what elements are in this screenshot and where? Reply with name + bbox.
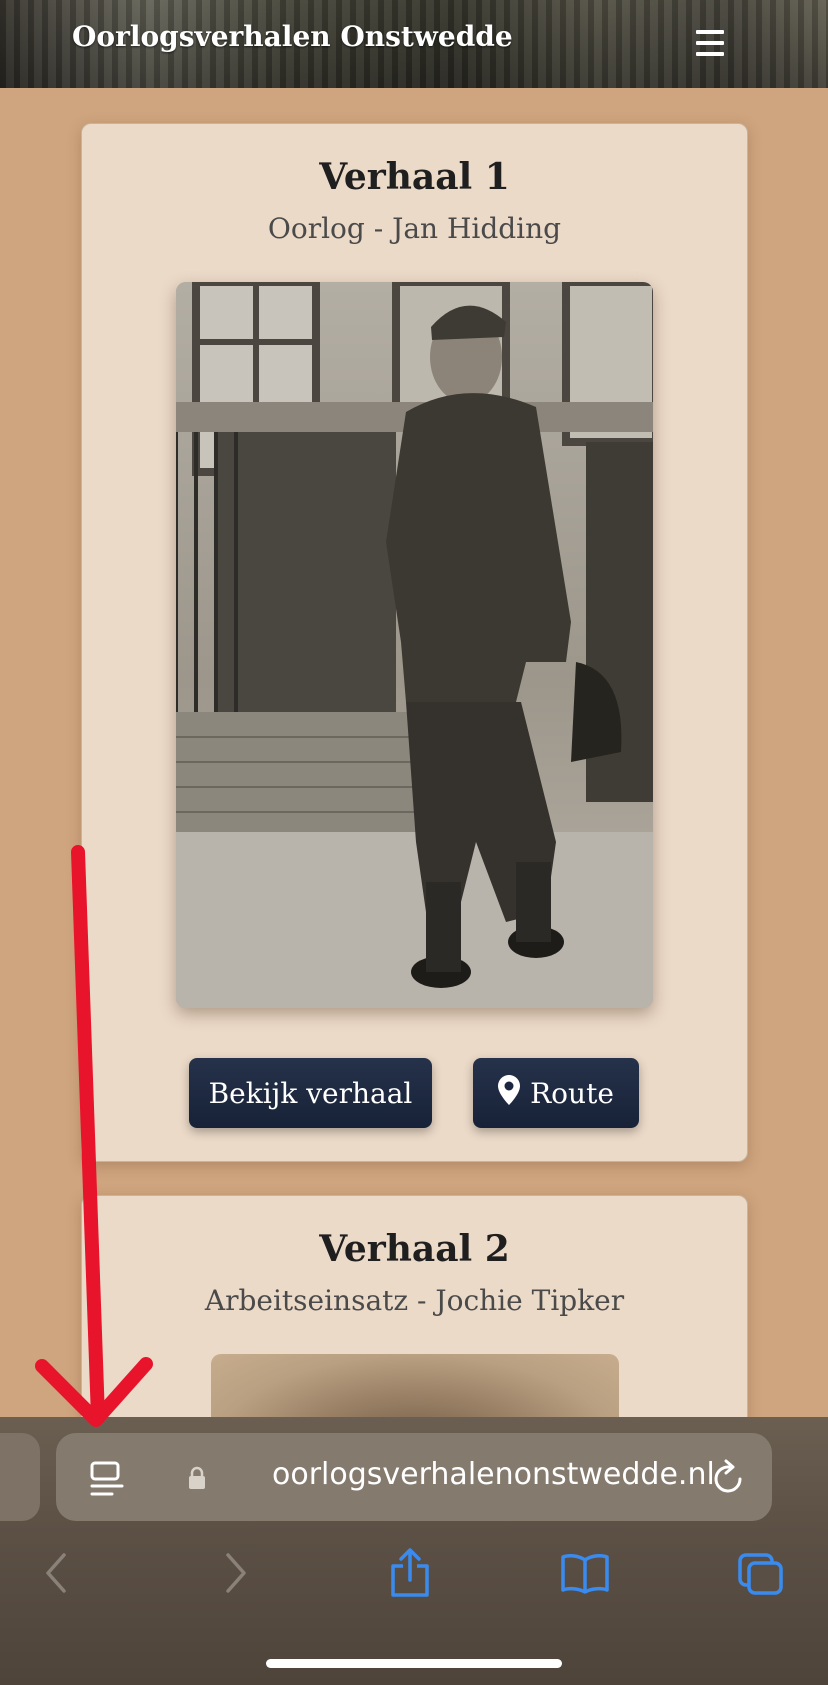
route-label: Route [530, 1076, 614, 1110]
story-photo[interactable] [176, 282, 653, 1008]
view-story-button[interactable]: Bekijk verhaal [189, 1058, 432, 1128]
site-title[interactable]: Oorlogsverhalen Onstwedde [72, 20, 513, 53]
url-text[interactable]: oorlogsverhalenonstwedde.nl [272, 1457, 715, 1492]
hamburger-menu-icon[interactable] [696, 30, 724, 56]
map-pin-icon [498, 1074, 521, 1112]
address-bar[interactable]: oorlogsverhalenonstwedde.nl [56, 1433, 772, 1521]
tabs-icon[interactable] [737, 1552, 785, 1600]
previous-tab-peek[interactable] [0, 1433, 40, 1521]
site-header: Oorlogsverhalen Onstwedde [0, 0, 828, 88]
back-icon[interactable] [44, 1553, 68, 1597]
share-icon[interactable] [389, 1548, 431, 1602]
story-subtitle: Oorlog - Jan Hidding [267, 212, 562, 245]
reader-mode-icon[interactable] [90, 1461, 124, 1501]
story-title: Verhaal 2 [319, 1228, 510, 1270]
lock-icon [188, 1466, 206, 1494]
route-button[interactable]: Route [473, 1058, 639, 1128]
view-story-label: Bekijk verhaal [208, 1076, 413, 1110]
home-indicator [266, 1659, 562, 1668]
forward-icon[interactable] [224, 1553, 248, 1597]
story-card-1: Verhaal 1 Oorlog - Jan Hidding Bekijk ve… [81, 123, 748, 1162]
story-subtitle: Arbeitseinsatz - Jochie Tipker [204, 1284, 625, 1317]
reload-icon[interactable] [712, 1459, 746, 1499]
story-title: Verhaal 1 [319, 156, 510, 198]
bookmarks-icon[interactable] [560, 1552, 610, 1598]
